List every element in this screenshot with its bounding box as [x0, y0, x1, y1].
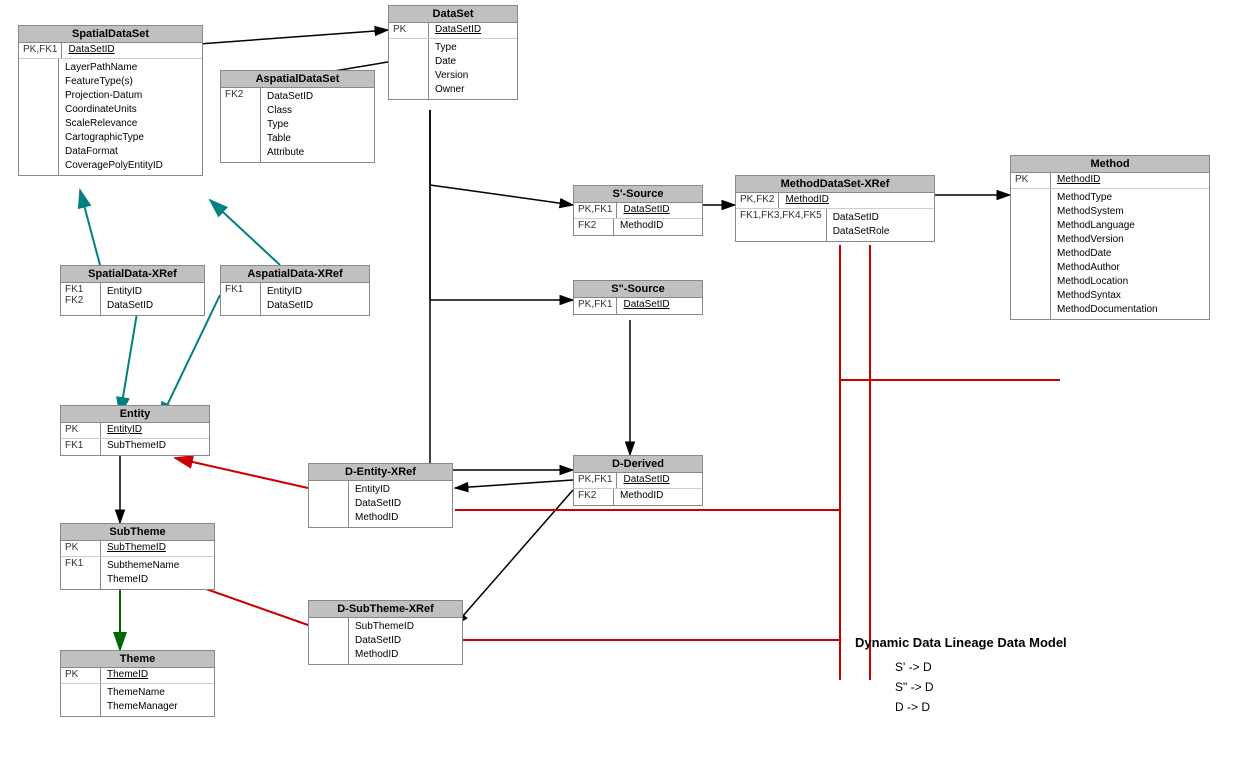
entity-pk-key: PK: [61, 423, 101, 438]
entity-fk1-key: FK1: [61, 439, 101, 455]
method-attributes: MethodTypeMethodSystemMethodLanguageMeth…: [1051, 189, 1164, 319]
d-derived-pk-key: PK,FK1: [574, 473, 617, 488]
d-subtheme-xref-key: [309, 618, 349, 664]
aspatial-fk2-key: FK2: [221, 88, 261, 162]
theme-attributes: ThemeNameThemeManager: [101, 684, 184, 716]
d-entity-xref-key: [309, 481, 349, 527]
entity-spatial-dataset: SpatialDataSet PK,FK1 DataSetID LayerPat…: [18, 25, 203, 176]
entity-dataset-header: DataSet: [389, 6, 517, 23]
dataset-pk-key: PK: [389, 23, 429, 38]
entity-dataset: DataSet PK DataSetID TypeDateVersionOwne…: [388, 5, 518, 100]
method-dataset-fk-fields: DataSetIDDataSetRole: [827, 209, 896, 241]
s-double-pk-key: PK,FK1: [574, 298, 617, 314]
spatial-pk-field: DataSetID: [62, 43, 120, 58]
subtheme-fk1-fields: SubthemeNameThemeID: [101, 557, 185, 589]
spatial-dataset-header: SpatialDataSet: [19, 26, 202, 43]
s-prime-fk2-field: MethodID: [614, 219, 669, 235]
method-dataset-fk-key: FK1,FK3,FK4,FK5: [736, 209, 827, 241]
spatial-attributes: LayerPathNameFeatureType(s)Projection-Da…: [59, 59, 169, 175]
legend-line3: D -> D: [895, 700, 930, 714]
d-derived-fk2-key: FK2: [574, 489, 614, 505]
subtheme-header: SubTheme: [61, 524, 214, 541]
theme-pk-key: PK: [61, 668, 101, 683]
d-entity-xref-fields: EntityIDDataSetIDMethodID: [349, 481, 407, 527]
subtheme-pk-key: PK: [61, 541, 101, 556]
spatial-xref-fields: EntityIDDataSetID: [101, 283, 159, 315]
diagram-container: DataSet PK DataSetID TypeDateVersionOwne…: [0, 0, 1235, 772]
spatial-pk-key: PK,FK1: [19, 43, 62, 58]
method-attr-key: [1011, 189, 1051, 319]
dataset-attributes: TypeDateVersionOwner: [429, 39, 474, 99]
entity-entity: Entity PK EntityID FK1 SubThemeID: [60, 405, 210, 456]
d-subtheme-xref-header: D-SubTheme-XRef: [309, 601, 462, 618]
entity-fk1-field: SubThemeID: [101, 439, 172, 455]
s-prime-fk2-key: FK2: [574, 219, 614, 235]
d-entity-xref-header: D-Entity-XRef: [309, 464, 452, 481]
s-prime-pk-field: DataSetID: [617, 203, 675, 218]
aspatial-dataset-header: AspatialDataSet: [221, 71, 374, 88]
legend-line2: S" -> D: [895, 680, 934, 694]
dataset-attr-key: [389, 39, 429, 99]
aspatial-xref-key: FK1: [221, 283, 261, 315]
entity-theme: Theme PK ThemeID ThemeNameThemeManager: [60, 650, 215, 717]
s-prime-header: S'-Source: [574, 186, 702, 203]
d-derived-fk2-field: MethodID: [614, 489, 669, 505]
entity-pk-field: EntityID: [101, 423, 148, 438]
spatial-xref-key: FK1FK2: [61, 283, 101, 315]
entity-subtheme: SubTheme PK SubThemeID FK1 SubthemeNameT…: [60, 523, 215, 590]
entity-s-double-source: S"-Source PK,FK1 DataSetID: [573, 280, 703, 315]
spatial-attr-key: [19, 59, 59, 175]
entity-header: Entity: [61, 406, 209, 423]
s-double-pk-field: DataSetID: [617, 298, 675, 314]
entity-method: Method PK MethodID MethodTypeMethodSyste…: [1010, 155, 1210, 320]
entity-spatial-xref: SpatialData-XRef FK1FK2 EntityIDDataSetI…: [60, 265, 205, 316]
subtheme-pk-field: SubThemeID: [101, 541, 172, 556]
entity-d-entity-xref: D-Entity-XRef EntityIDDataSetIDMethodID: [308, 463, 453, 528]
d-derived-header: D-Derived: [574, 456, 702, 473]
s-double-header: S"-Source: [574, 281, 702, 298]
s-prime-pk-key: PK,FK1: [574, 203, 617, 218]
entity-aspatial-dataset: AspatialDataSet FK2 DataSetIDClassTypeTa…: [220, 70, 375, 163]
theme-pk-field: ThemeID: [101, 668, 154, 683]
subtheme-fk1-key: FK1: [61, 557, 101, 589]
method-dataset-pk-key: PK,FK2: [736, 193, 779, 208]
d-subtheme-xref-fields: SubThemeIDDataSetIDMethodID: [349, 618, 420, 664]
aspatial-attributes: DataSetIDClassTypeTableAttribute: [261, 88, 319, 162]
aspatial-xref-fields: EntityIDDataSetID: [261, 283, 319, 315]
method-pk-field: MethodID: [1051, 173, 1106, 188]
entity-d-subtheme-xref: D-SubTheme-XRef SubThemeIDDataSetIDMetho…: [308, 600, 463, 665]
spatial-xref-header: SpatialData-XRef: [61, 266, 204, 283]
entity-d-derived: D-Derived PK,FK1 DataSetID FK2 MethodID: [573, 455, 703, 506]
dataset-pk-field: DataSetID: [429, 23, 487, 38]
theme-attr-key: [61, 684, 101, 716]
method-pk-key: PK: [1011, 173, 1051, 188]
legend-line1: S' -> D: [895, 660, 932, 674]
theme-header: Theme: [61, 651, 214, 668]
entity-aspatial-xref: AspatialData-XRef FK1 EntityIDDataSetID: [220, 265, 370, 316]
entity-s-prime-source: S'-Source PK,FK1 DataSetID FK2 MethodID: [573, 185, 703, 236]
method-dataset-xref-header: MethodDataSet-XRef: [736, 176, 934, 193]
method-dataset-pk-field: MethodID: [779, 193, 834, 208]
entity-method-dataset-xref: MethodDataSet-XRef PK,FK2 MethodID FK1,F…: [735, 175, 935, 242]
legend-title: Dynamic Data Lineage Data Model: [855, 635, 1067, 650]
d-derived-pk-field: DataSetID: [617, 473, 675, 488]
method-header: Method: [1011, 156, 1209, 173]
aspatial-xref-header: AspatialData-XRef: [221, 266, 369, 283]
